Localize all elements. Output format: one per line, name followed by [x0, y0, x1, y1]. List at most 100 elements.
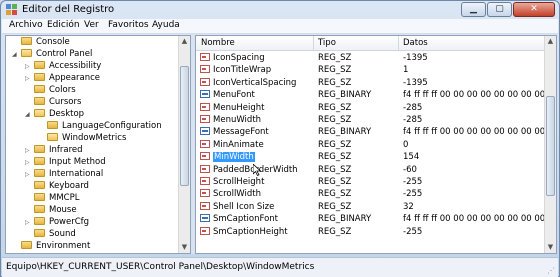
tree-node[interactable]: ▷ Accessibility — [25, 61, 101, 72]
value-type: REG_SZ — [318, 53, 352, 63]
tree-node[interactable]: LanguageConfiguration — [38, 121, 162, 132]
tree-node[interactable]: ▷ Input Method — [25, 157, 106, 168]
value-name: MinAnimate — [213, 139, 264, 150]
tree-node-label: Input Method — [49, 157, 106, 167]
menu-favoritos[interactable]: Favoritos — [108, 20, 149, 30]
expand-icon[interactable]: ▷ — [25, 147, 32, 154]
menu-edicion[interactable]: Edición — [47, 20, 80, 30]
value-data: 154 — [403, 152, 420, 163]
value-name-cell: MessageFont — [200, 127, 314, 137]
value-row[interactable]: MenuHeight REG_SZ -285 — [196, 102, 544, 114]
tree-node-label: Desktop — [49, 109, 85, 119]
tree-node[interactable]: Colors — [25, 85, 76, 96]
status-bar: Equipo\HKEY_CURRENT_USER\Control Panel\D… — [2, 257, 558, 277]
menu-ayuda[interactable]: Ayuda — [152, 20, 180, 30]
values-scroll-thumb[interactable] — [546, 96, 555, 196]
expand-icon[interactable]: ▷ — [25, 75, 32, 82]
tree-scroll-thumb[interactable] — [180, 66, 189, 186]
tree-node[interactable]: ▷ Infrared — [25, 145, 83, 156]
value-row[interactable]: SmCaptionHeight REG_SZ -255 — [196, 226, 544, 238]
tree-node[interactable]: Keyboard — [25, 181, 89, 192]
scroll-up-icon[interactable]: ▲ — [545, 36, 556, 47]
tree-node[interactable]: ▷ Appearance — [25, 73, 100, 84]
string-value-icon — [200, 226, 210, 235]
open-folder-icon — [47, 133, 58, 141]
value-row[interactable]: ScrollWidth REG_SZ -255 — [196, 188, 544, 200]
value-type: REG_SZ — [318, 139, 352, 150]
value-row[interactable]: MenuFont REG_BINARY f4 ff ff ff 00 00 00 0… — [196, 89, 544, 101]
scroll-down-icon[interactable]: ▼ — [179, 242, 190, 253]
value-row[interactable]: MinWidth REG_SZ 154 — [196, 151, 544, 163]
tree-node[interactable]: ▷ PowerCfg — [25, 217, 89, 228]
value-data: -1395 — [403, 53, 428, 63]
maximize-button[interactable]: ▢ — [487, 2, 512, 17]
values-vertical-scrollbar[interactable]: ▲ ▼ — [544, 36, 556, 253]
value-name: MinWidth — [212, 152, 256, 163]
folder-icon — [34, 193, 45, 201]
value-row[interactable]: IconTitleWrap REG_SZ 1 — [196, 64, 544, 76]
column-header-data[interactable]: Datos — [403, 38, 428, 48]
column-header-type[interactable]: Tipo — [318, 38, 336, 48]
tree-node[interactable]: Sound — [25, 229, 76, 240]
value-data: 1 — [403, 65, 409, 76]
expand-icon[interactable]: ▷ — [25, 159, 32, 166]
tree-node-label: Console — [36, 37, 70, 47]
tree-node[interactable]: Environment — [12, 241, 90, 252]
folder-icon — [34, 73, 45, 81]
column-header-name[interactable]: Nombre — [201, 38, 235, 48]
tree-node[interactable]: ◢ Control Panel — [12, 49, 92, 60]
value-name-cell: IconVerticalSpacing — [200, 77, 314, 88]
tree-node-label: Environment — [36, 241, 91, 251]
tree-node-label: Colors — [49, 85, 76, 95]
tree-node[interactable]: MMCPL — [25, 193, 79, 204]
value-data: 32 — [403, 201, 414, 212]
scroll-down-icon[interactable]: ▼ — [545, 242, 556, 253]
menu-bar: Archivo Edición Ver Favoritos Ayuda — [2, 19, 558, 34]
tree-node-label: Mouse — [49, 205, 77, 215]
value-name: SmCaptionHeight — [213, 226, 288, 237]
tree-vertical-scrollbar[interactable]: ▲ ▼ — [178, 36, 190, 253]
value-row[interactable]: IconSpacing REG_SZ -1395 — [196, 52, 544, 64]
string-value-icon — [200, 177, 210, 185]
resize-grip-icon[interactable]: ⋰ — [547, 266, 556, 275]
menu-ver[interactable]: Ver — [84, 20, 99, 30]
close-button[interactable]: ✕ — [513, 2, 555, 17]
value-name-cell: ScrollWidth — [200, 189, 314, 199]
scroll-up-icon[interactable]: ▲ — [179, 36, 190, 47]
expand-icon[interactable]: ▷ — [25, 171, 32, 178]
title-bar[interactable]: Editor del Registro ▁ ▢ ✕ — [1, 1, 559, 19]
key-tree-pane[interactable]: Console ◢ Control Panel ▷ Accessibility ▷ Appe… — [5, 35, 191, 254]
collapse-icon[interactable]: ◢ — [25, 111, 32, 118]
tree-node[interactable]: Console — [12, 37, 70, 48]
tree-node[interactable]: Cursors — [25, 97, 81, 108]
value-row[interactable]: Shell Icon Size REG_SZ 32 — [196, 201, 544, 213]
close-icon: ✕ — [530, 4, 538, 14]
value-row[interactable]: MenuWidth REG_SZ -285 — [196, 114, 544, 126]
tree-node[interactable]: Mouse — [25, 205, 77, 216]
value-row[interactable]: PaddedBorderWidthREG_SZ-60 — [196, 164, 544, 176]
expand-icon[interactable]: ▷ — [25, 63, 32, 70]
value-type: REG_BINARY — [318, 127, 372, 138]
string-value-icon — [200, 102, 210, 111]
value-data: -285 — [403, 102, 423, 113]
values-pane[interactable]: Nombre Tipo Datos IconSpacing REG_SZ -1395… — [195, 35, 557, 254]
minimize-button[interactable]: ▁ — [461, 2, 486, 17]
value-row[interactable]: IconVerticalSpacing REG_SZ -1395 — [196, 77, 544, 89]
binary-value-icon — [200, 214, 210, 223]
collapse-icon[interactable]: ◢ — [12, 51, 19, 58]
value-row[interactable]: SmCaptionFont REG_BINARY f4 ff ff ff 00 00… — [196, 213, 544, 225]
value-row[interactable]: ScrollHeight REG_SZ -255 — [196, 176, 544, 188]
tree-node-label: Infrared — [49, 145, 83, 155]
tree-node[interactable]: ◢ Desktop — [25, 109, 84, 120]
value-name: IconVerticalSpacing — [213, 77, 297, 88]
tree-node[interactable]: ▷ International — [25, 169, 103, 180]
tree-node[interactable]: WindowMetrics — [38, 133, 126, 144]
menu-archivo[interactable]: Archivo — [9, 20, 43, 30]
folder-icon — [34, 205, 45, 213]
value-row[interactable]: MinAnimate REG_SZ 0 — [196, 139, 544, 151]
tree-node-label: PowerCfg — [49, 217, 90, 227]
folder-icon — [34, 217, 45, 225]
expand-icon[interactable]: ▷ — [25, 219, 32, 226]
tree-node-label: Cursors — [49, 97, 82, 107]
value-row[interactable]: MessageFont REG_BINARY f4 ff ff ff 00 00 0… — [196, 126, 544, 138]
